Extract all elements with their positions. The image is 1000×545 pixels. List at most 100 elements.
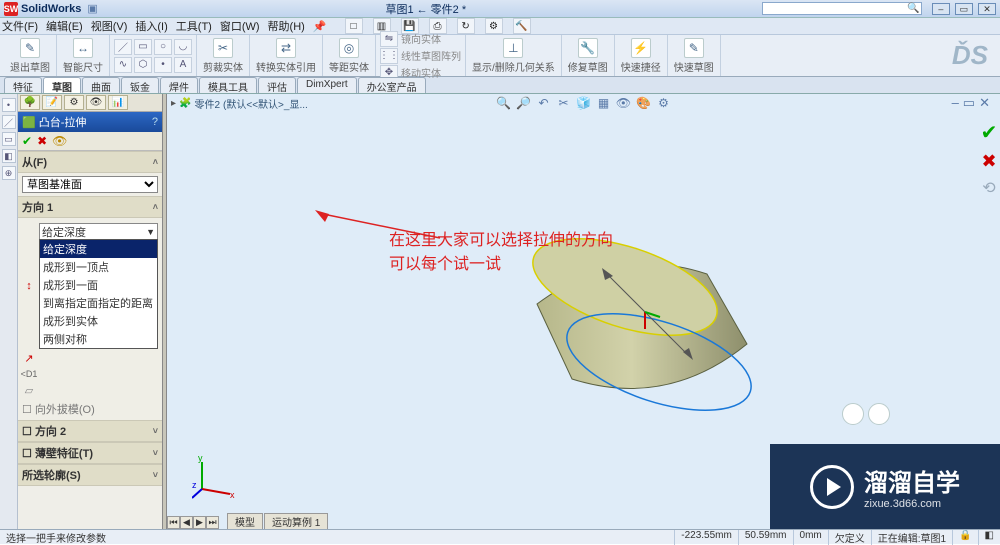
pm-tab-display-icon[interactable]: 👁 xyxy=(86,95,106,110)
pm-tab-study-icon[interactable]: 📊 xyxy=(108,95,128,110)
spline-icon[interactable]: ∿ xyxy=(114,57,132,73)
reverse-dir-icon[interactable]: ↕ xyxy=(22,279,36,293)
menu-edit[interactable]: 编辑(E) xyxy=(46,18,83,34)
draft-icon[interactable]: ▱ xyxy=(22,383,36,397)
circle-icon[interactable]: ○ xyxy=(154,39,172,55)
poly-icon[interactable]: ⬡ xyxy=(134,57,152,73)
filter-edge-icon[interactable]: ／ xyxy=(2,115,16,129)
zoom-area-icon[interactable]: 🔎 xyxy=(515,95,532,110)
rebuild-icon[interactable]: 🔨 xyxy=(513,18,531,34)
cancel-button[interactable]: ✖ xyxy=(37,134,47,148)
minimize-button[interactable]: – xyxy=(932,3,950,15)
quick-snap-button[interactable]: ⚡快速捷径 xyxy=(619,37,663,75)
tab-prev-icon[interactable]: ◀ xyxy=(180,516,193,529)
filter-body-icon[interactable]: ◧ xyxy=(2,149,16,163)
text-icon[interactable]: A xyxy=(174,57,192,73)
maximize-button[interactable]: ▭ xyxy=(955,3,973,15)
filter-vertex-icon[interactable]: • xyxy=(2,98,16,112)
ok-button[interactable]: ✔ xyxy=(22,134,32,148)
pm-contours-header[interactable]: 所选轮廓(S)˅ xyxy=(18,465,162,486)
pm-thin-header[interactable]: ☐ 薄壁特征(T)˅ xyxy=(18,443,162,464)
draft-outward-check[interactable]: ☐向外拔模(O) xyxy=(22,401,158,417)
rect-icon[interactable]: ▭ xyxy=(134,39,152,55)
display-rel-button[interactable]: ⊥显示/删除几何关系 xyxy=(470,37,557,75)
arc-icon[interactable]: ◡ xyxy=(174,39,192,55)
option-blind[interactable]: 给定深度 xyxy=(40,240,157,258)
expand-tree-icon[interactable]: ▸ xyxy=(171,98,176,109)
tab-evaluate[interactable]: 评估 xyxy=(258,77,296,93)
search-input[interactable] xyxy=(762,2,922,15)
options-icon[interactable]: ⚙ xyxy=(485,18,503,34)
tab-sketch[interactable]: 草图 xyxy=(43,77,81,93)
detailed-preview-icon[interactable]: 👁 xyxy=(52,134,67,148)
zoom-fit-icon[interactable]: 🔍 xyxy=(495,95,512,110)
doc-min-icon[interactable]: – xyxy=(952,95,959,111)
reload-icon[interactable]: ↻ xyxy=(457,18,475,34)
option-midplane[interactable]: 两侧对称 xyxy=(40,330,157,348)
menu-help[interactable]: 帮助(H) xyxy=(268,18,305,34)
smart-dimension-button[interactable]: ↔智能尺寸 xyxy=(61,37,105,75)
breadcrumb-part[interactable]: 零件2 xyxy=(194,96,220,111)
menu-tools[interactable]: 工具(T) xyxy=(176,18,212,34)
confirm-cancel-icon[interactable]: ✖ xyxy=(981,151,996,172)
status-custom-icon[interactable]: ◧ xyxy=(978,530,1000,545)
doc-close-icon[interactable]: ✕ xyxy=(979,95,990,111)
tab-office[interactable]: 办公室产品 xyxy=(358,77,426,93)
new-icon[interactable]: □ xyxy=(345,18,363,34)
tab-moldtools[interactable]: 模具工具 xyxy=(199,77,257,93)
pm-help-icon[interactable]: ? xyxy=(152,116,158,128)
menu-pin-icon[interactable]: 📌 xyxy=(313,20,327,33)
pm-from-header[interactable]: 从(F)˄ xyxy=(18,152,162,173)
prev-view-icon[interactable]: ↶ xyxy=(535,95,552,110)
pm-tab-config-icon[interactable]: ⚙ xyxy=(64,95,84,110)
pm-tab-property-icon[interactable]: 📝 xyxy=(42,95,62,110)
tab-surfaces[interactable]: 曲面 xyxy=(82,77,120,93)
close-button[interactable]: ✕ xyxy=(978,3,996,15)
view-settings-icon[interactable]: ⚙ xyxy=(655,95,672,110)
filter-axis-icon[interactable]: ⊕ xyxy=(2,166,16,180)
tab-features[interactable]: 特征 xyxy=(4,77,42,93)
tab-model[interactable]: 模型 xyxy=(227,513,263,529)
line-icon[interactable]: ／ xyxy=(114,39,132,55)
convert-button[interactable]: ⇄转换实体引用 xyxy=(254,37,318,75)
search-icon[interactable]: 🔍 xyxy=(907,3,919,14)
status-unit-icon[interactable]: 🔒 xyxy=(952,530,977,545)
confirm-ok-icon[interactable]: ✔ xyxy=(981,120,998,145)
menu-window[interactable]: 窗口(W) xyxy=(220,18,260,34)
tab-last-icon[interactable]: ⏭ xyxy=(206,516,219,529)
option-up-to-vertex[interactable]: 成形到一顶点 xyxy=(40,258,157,276)
filter-face-icon[interactable]: ▭ xyxy=(2,132,16,146)
tab-dimxpert[interactable]: DimXpert xyxy=(297,77,357,93)
pattern-icon[interactable]: ⋮⋮ xyxy=(380,48,398,64)
tab-sheetmetal[interactable]: 钣金 xyxy=(121,77,159,93)
pm-dir2-header[interactable]: ☐ 方向 2˅ xyxy=(18,421,162,442)
pm-dir1-header[interactable]: 方向 1˄ xyxy=(18,197,162,218)
tab-next-icon[interactable]: ▶ xyxy=(193,516,206,529)
option-up-to-body[interactable]: 成形到实体 xyxy=(40,312,157,330)
mirror-icon[interactable]: ⇋ xyxy=(380,31,398,47)
menu-file[interactable]: 文件(F) xyxy=(2,18,38,34)
end-condition-select[interactable]: 给定深度 ▼ xyxy=(39,223,158,240)
tab-motion-study[interactable]: 运动算例 1 xyxy=(264,513,328,529)
option-up-to-surface[interactable]: 成形到一面 xyxy=(40,276,157,294)
direction-vector-icon[interactable]: ↗ xyxy=(22,351,36,365)
point-icon[interactable]: • xyxy=(154,57,172,73)
menu-view[interactable]: 视图(V) xyxy=(91,18,128,34)
collapse-toggle[interactable]: ▣ xyxy=(87,2,97,15)
option-offset-from-surface[interactable]: 到离指定面指定的距离 xyxy=(40,294,157,312)
trim-button[interactable]: ✂剪裁实体 xyxy=(201,37,245,75)
tab-weldments[interactable]: 焊件 xyxy=(160,77,198,93)
doc-restore-icon[interactable]: ▭ xyxy=(963,95,975,111)
display-style-icon[interactable]: ▦ xyxy=(595,95,612,110)
hide-show-icon[interactable]: 👁 xyxy=(615,95,632,110)
from-select[interactable]: 草图基准面 xyxy=(22,176,158,193)
offset-button[interactable]: ◎等距实体 xyxy=(327,37,371,75)
exit-sketch-button[interactable]: ✎退出草图 xyxy=(8,37,52,75)
orientation-triad[interactable]: y x z xyxy=(192,454,237,499)
menu-insert[interactable]: 插入(I) xyxy=(135,18,167,34)
pm-tab-feature-tree-icon[interactable]: 🌳 xyxy=(20,95,40,110)
repair-button[interactable]: 🔧修复草图 xyxy=(566,37,610,75)
tab-first-icon[interactable]: ⏮ xyxy=(167,516,180,529)
scene-icon[interactable]: 🎨 xyxy=(635,95,652,110)
confirm-exit-icon[interactable]: ⟲ xyxy=(982,178,995,198)
